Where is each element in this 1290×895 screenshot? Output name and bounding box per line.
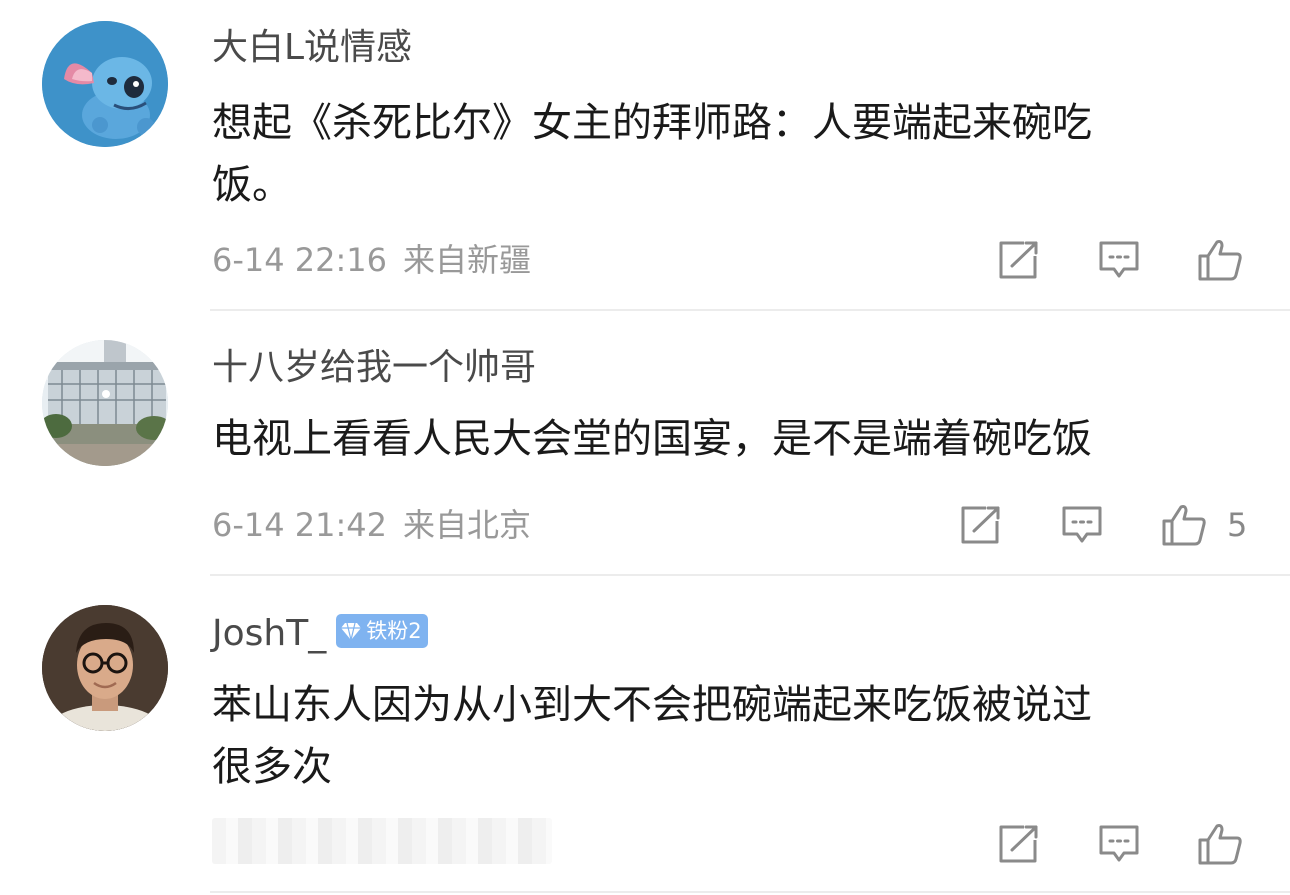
like-count: 5	[1227, 506, 1248, 544]
blurred-meta	[212, 818, 552, 864]
repost-icon	[999, 825, 1038, 863]
divider	[210, 309, 1290, 311]
username[interactable]: 大白L说情感	[212, 26, 412, 70]
comment-meta: 6-14 21:42 来自北京	[212, 505, 531, 545]
timestamp: 6-14 22:16	[212, 241, 388, 279]
repost-button[interactable]	[993, 234, 1045, 286]
like-icon	[1162, 505, 1206, 546]
like-button[interactable]	[1158, 499, 1210, 551]
like-icon	[1198, 824, 1242, 865]
comment-text: 想起《杀死比尔》女主的拜师路：人要端起来碗吃 饭。	[212, 100, 1092, 208]
building-photo-avatar-icon	[42, 340, 168, 466]
repost-icon	[961, 506, 1000, 544]
avatar[interactable]	[42, 340, 168, 466]
man-with-glasses-avatar-icon	[42, 605, 168, 731]
divider	[210, 891, 1290, 893]
comment-button[interactable]	[1056, 499, 1108, 551]
comment-icon	[1062, 506, 1102, 543]
repost-button[interactable]	[955, 499, 1007, 551]
badge-label: 铁粉2	[366, 619, 422, 643]
repost-button[interactable]	[993, 818, 1045, 870]
username[interactable]: 十八岁给我一个帅哥	[212, 346, 536, 390]
like-button[interactable]	[1194, 234, 1246, 286]
comment-icon	[1099, 241, 1139, 278]
avatar[interactable]	[42, 21, 168, 147]
username-text[interactable]: JoshT_	[212, 613, 326, 654]
avatar[interactable]	[42, 605, 168, 731]
like-icon	[1198, 240, 1242, 281]
comment-button[interactable]	[1093, 234, 1145, 286]
like-button[interactable]	[1194, 818, 1246, 870]
fan-badge: 铁粉2	[336, 614, 428, 648]
location: 来自北京	[403, 506, 532, 544]
comment-icon	[1099, 825, 1139, 862]
stitch-avatar-icon	[42, 21, 168, 147]
comment-meta: 6-14 22:16 来自新疆	[212, 240, 531, 280]
repost-icon	[999, 241, 1038, 279]
timestamp: 6-14 21:42	[212, 506, 388, 544]
location: 来自新疆	[403, 241, 532, 279]
username: JoshT_ 铁粉2	[212, 612, 428, 656]
comment-text: 电视上看看人民大会堂的国宴，是不是端着碗吃饭	[212, 416, 1092, 462]
divider	[210, 574, 1290, 576]
comment-text: 苯山东人因为从小到大不会把碗端起来吃饭被说过 很多次	[212, 682, 1092, 790]
comment-button[interactable]	[1093, 818, 1145, 870]
diamond-icon	[341, 622, 362, 641]
